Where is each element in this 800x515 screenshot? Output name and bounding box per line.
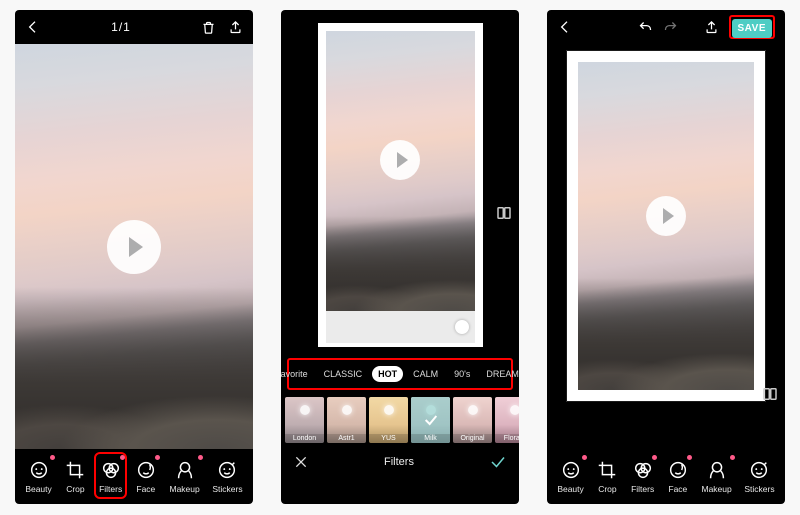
filter-strength-slider[interactable] [326, 311, 475, 343]
filter-name: Original [453, 434, 492, 443]
play-icon[interactable] [107, 220, 161, 274]
filter-thumb-astr1[interactable]: Astr1 [327, 397, 366, 443]
save-highlight: SAVE [729, 15, 776, 39]
screen-filters: FavoriteCLASSICHOTCALM90'sDREAMY LondonA… [281, 10, 519, 504]
play-icon[interactable] [646, 196, 686, 236]
filter-name: Floral2 [495, 434, 519, 443]
preview-image[interactable] [326, 31, 475, 311]
tool-filters[interactable]: Filters [629, 455, 656, 496]
new-dot-icon [730, 455, 735, 460]
tool-crop[interactable]: Crop [62, 455, 88, 496]
share-icon[interactable] [704, 20, 719, 35]
topbar: SAVE [547, 10, 785, 44]
filter-name: Milk [411, 434, 450, 443]
tool-crop[interactable]: Crop [594, 455, 620, 496]
new-dot-icon [50, 455, 55, 460]
tool-face[interactable]: Face [665, 455, 691, 496]
filter-thumb-original[interactable]: Original [453, 397, 492, 443]
save-preview-area [547, 44, 785, 449]
tool-stickers[interactable]: Stickers [742, 455, 776, 496]
tool-label: Makeup [169, 484, 199, 494]
tool-label: Beauty [557, 484, 583, 494]
tool-label: Makeup [701, 484, 731, 494]
new-dot-icon [582, 455, 587, 460]
share-icon[interactable] [228, 20, 243, 35]
compare-icon[interactable] [761, 385, 779, 403]
filter-name: YUS [369, 434, 408, 443]
tool-bar: Beauty Crop Filters Face Makeup Stickers [547, 449, 785, 504]
play-icon[interactable] [380, 140, 420, 180]
screen-edit: 1/1 Beauty Crop Filters Face Makeup Stickers [15, 10, 253, 504]
category-90s[interactable]: 90's [448, 366, 476, 382]
filter-thumb-yus[interactable]: YUS [369, 397, 408, 443]
tool-stickers[interactable]: Stickers [210, 455, 244, 496]
category-classic[interactable]: CLASSIC [318, 366, 369, 382]
save-button[interactable]: SAVE [732, 19, 773, 38]
preview-frame [566, 50, 766, 402]
tool-label: Stickers [744, 484, 774, 494]
filter-thumb-london[interactable]: London [285, 397, 324, 443]
tool-makeup[interactable]: Makeup [699, 455, 733, 496]
category-calm[interactable]: CALM [407, 366, 444, 382]
category-dreamy[interactable]: DREAMY [480, 366, 519, 382]
slider-thumb[interactable] [455, 320, 469, 334]
redo-icon[interactable] [663, 20, 678, 35]
trash-icon[interactable] [201, 20, 216, 35]
category-hot[interactable]: HOT [372, 366, 403, 382]
new-dot-icon [198, 455, 203, 460]
filter-thumbnails: LondonAstr1YUSMilkOriginalFloral2Milky w [281, 394, 519, 445]
tool-beauty[interactable]: Beauty [23, 455, 53, 496]
compare-icon[interactable] [495, 204, 513, 222]
tool-beauty[interactable]: Beauty [555, 455, 585, 496]
tool-face[interactable]: Face [133, 455, 159, 496]
tool-filters[interactable]: Filters [97, 455, 124, 496]
panel-title: Filters [384, 456, 414, 468]
filters-preview-area [281, 18, 519, 352]
close-icon[interactable] [293, 454, 309, 470]
filters-footer: Filters [281, 445, 519, 481]
undo-icon[interactable] [638, 20, 653, 35]
filter-thumb-floral2[interactable]: Floral2 [495, 397, 519, 443]
tool-label: Crop [66, 484, 84, 494]
filter-name: Astr1 [327, 434, 366, 443]
tool-label: Filters [631, 484, 654, 494]
tool-label: Beauty [25, 484, 51, 494]
tool-makeup[interactable]: Makeup [167, 455, 201, 496]
filter-thumb-milk[interactable]: Milk [411, 397, 450, 443]
video-preview[interactable] [15, 44, 253, 449]
preview-frame [318, 23, 483, 347]
confirm-icon[interactable] [489, 453, 507, 471]
screens-row: 1/1 Beauty Crop Filters Face Makeup Stickers [0, 0, 800, 514]
tool-label: Stickers [212, 484, 242, 494]
tool-bar: Beauty Crop Filters Face Makeup Stickers [15, 449, 253, 504]
tool-label: Face [668, 484, 687, 494]
topbar: 1/1 [15, 10, 253, 44]
filter-name: London [285, 434, 324, 443]
new-dot-icon [155, 455, 160, 460]
preview-image[interactable] [578, 62, 754, 390]
tool-label: Crop [598, 484, 616, 494]
back-icon[interactable] [557, 19, 573, 35]
page-counter: 1/1 [111, 20, 131, 34]
tool-label: Filters [99, 484, 122, 494]
screen-save: SAVE Beauty Crop Filters Face Makeup Stickers [547, 10, 785, 504]
filter-category-tabs: FavoriteCLASSICHOTCALM90'sDREAMY [287, 358, 513, 390]
category-favorite[interactable]: Favorite [281, 366, 314, 382]
new-dot-icon [687, 455, 692, 460]
new-dot-icon [652, 455, 657, 460]
back-icon[interactable] [25, 19, 41, 35]
tool-label: Face [136, 484, 155, 494]
new-dot-icon [120, 455, 125, 460]
